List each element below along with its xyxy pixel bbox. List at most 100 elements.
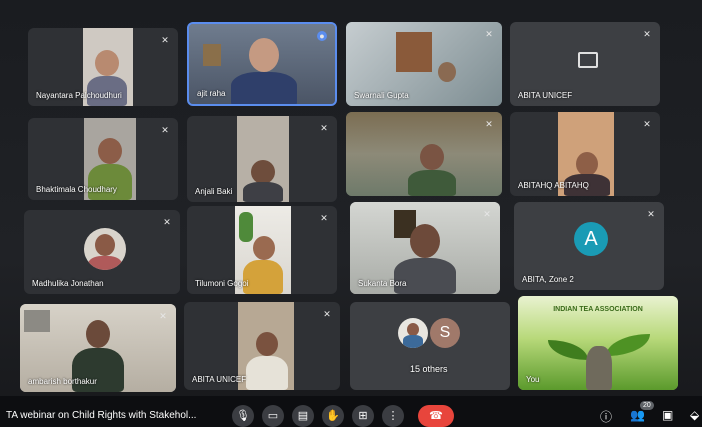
body — [246, 356, 288, 390]
plant — [239, 212, 253, 242]
face — [410, 224, 440, 258]
window — [396, 32, 432, 72]
people-icon[interactable]: 👥 — [630, 408, 645, 422]
participant-name: You — [526, 375, 540, 384]
meeting-screen: ✕ Nayantara Palchoudhuri ● ajit raha ✕ S… — [0, 0, 702, 427]
mic-off-icon: ✕ — [483, 209, 491, 219]
participant-tile[interactable]: ✕ Sukanta Bora — [350, 202, 500, 294]
mic-off-icon: ✕ — [320, 123, 328, 133]
participants-count-badge: 20 — [640, 401, 654, 410]
participant-photo — [398, 318, 428, 348]
speaking-indicator-icon: ● — [317, 31, 327, 41]
body — [394, 258, 456, 294]
participant-name: ABITA UNICEF — [518, 91, 573, 100]
participant-tile[interactable]: ✕ Bhaktimala Choudhary — [28, 118, 178, 200]
participant-name: 15 others — [410, 364, 448, 374]
face — [249, 38, 279, 72]
face — [95, 50, 119, 76]
participant-name: Bhaktimala Choudhary — [36, 185, 117, 194]
face — [251, 160, 275, 184]
mic-button[interactable]: 🎙 — [232, 405, 254, 427]
participant-tile[interactable]: ✕ Madhulika Jonathan — [24, 210, 180, 294]
others-tile[interactable]: S 15 others — [350, 302, 510, 390]
mic-off-icon: ✕ — [643, 119, 651, 129]
mic-off-icon: ✕ — [161, 35, 169, 45]
participant-tile[interactable]: ✕ Tilumoni Gogoi — [187, 206, 337, 294]
end-call-button[interactable]: ☎ — [418, 405, 454, 427]
camera-icon: ▭ — [267, 410, 279, 422]
participant-tile-self[interactable]: INDIAN TEA ASSOCIATION You — [518, 296, 678, 390]
participant-tile[interactable]: ✕ ABITA UNICEF — [510, 22, 660, 106]
participant-name: Sukanta Bora — [358, 279, 407, 288]
participant-name: ambarish borthakur — [28, 377, 97, 386]
participant-photo — [84, 228, 126, 270]
more-options-icon: ⋮ — [387, 410, 399, 422]
participant-tile[interactable]: A ✕ ABITA, Zone 2 — [514, 202, 664, 290]
participant-name: ajit raha — [197, 89, 226, 98]
participant-tile[interactable]: ✕ ABITA UNICEF — [184, 302, 340, 390]
body — [243, 182, 283, 202]
participant-tile[interactable]: ✕ Anjali Baki — [187, 116, 337, 202]
avatar: A — [574, 222, 608, 256]
mic-off-icon: ✕ — [320, 213, 328, 223]
face — [86, 320, 110, 348]
leaf-right — [606, 334, 650, 356]
participant-tile[interactable]: ✕ Swarnali Gupta — [346, 22, 502, 106]
participant-name: ABITA, Zone 2 — [522, 275, 574, 284]
face — [576, 152, 598, 176]
participant-tile-active-speaker[interactable]: ● ajit raha — [187, 22, 337, 106]
mic-off-icon: ✕ — [159, 311, 167, 321]
face — [98, 138, 122, 164]
raise-hand-icon: ✋ — [326, 410, 340, 422]
face — [95, 234, 115, 256]
participant-photo — [237, 116, 289, 202]
body — [408, 170, 456, 196]
participant-name: Madhulika Jonathan — [32, 279, 104, 288]
participant-tile[interactable]: ✕ ambarish borthakur — [20, 304, 176, 392]
face — [420, 144, 444, 170]
more-options-button[interactable]: ⋮ — [382, 405, 404, 427]
participant-photo — [346, 112, 502, 196]
body — [243, 260, 283, 294]
leaf-left — [548, 340, 588, 360]
body — [88, 164, 132, 200]
chat-icon[interactable]: ▣ — [662, 408, 673, 422]
mic-icon: 🎙 — [236, 410, 250, 422]
participant-name: Nayantara Palchoudhuri — [36, 91, 122, 100]
tea-association-banner: INDIAN TEA ASSOCIATION — [518, 296, 678, 390]
participant-name: Anjali Baki — [195, 187, 233, 196]
captions-icon: ▤ — [297, 410, 309, 422]
meeting-title[interactable]: TA webinar on Child Rights with Stakehol… — [6, 410, 196, 421]
present-button[interactable]: ⊞ — [352, 405, 374, 427]
mic-off-icon: ✕ — [643, 29, 651, 39]
face — [256, 332, 278, 356]
body — [88, 256, 122, 270]
mic-off-icon: ✕ — [163, 217, 171, 227]
participant-tile[interactable]: ✕ ABITAHQ ABITAHQ — [510, 112, 660, 196]
mic-off-icon: ✕ — [485, 29, 493, 39]
banner-text: INDIAN TEA ASSOCIATION — [553, 306, 643, 313]
wall-frame — [203, 44, 221, 66]
activities-icon[interactable]: ⬙ — [690, 408, 699, 422]
present-icon: ⊞ — [358, 410, 368, 422]
participant-tile[interactable]: ✕ Nayantara Palchoudhuri — [28, 28, 178, 106]
participant-photo — [238, 302, 294, 390]
camera-button[interactable]: ▭ — [262, 405, 284, 427]
face — [253, 236, 275, 260]
mic-off-icon: ✕ — [323, 309, 331, 319]
captions-button[interactable]: ▤ — [292, 405, 314, 427]
participant-name: ABITA UNICEF — [192, 375, 247, 384]
mic-off-icon: ✕ — [485, 119, 493, 129]
raise-hand-button[interactable]: ✋ — [322, 405, 344, 427]
participant-tile[interactable]: ✕ — [346, 112, 502, 196]
wall-frame — [24, 310, 50, 332]
body — [231, 72, 297, 104]
mic-off-icon: ✕ — [647, 209, 655, 219]
mic-off-icon: ✕ — [161, 125, 169, 135]
participant-name: Swarnali Gupta — [354, 91, 409, 100]
avatar: S — [430, 318, 460, 348]
statue — [586, 346, 612, 390]
participant-name: Tilumoni Gogoi — [195, 279, 249, 288]
info-icon[interactable]: ⓘ — [600, 408, 612, 425]
body — [403, 335, 423, 348]
